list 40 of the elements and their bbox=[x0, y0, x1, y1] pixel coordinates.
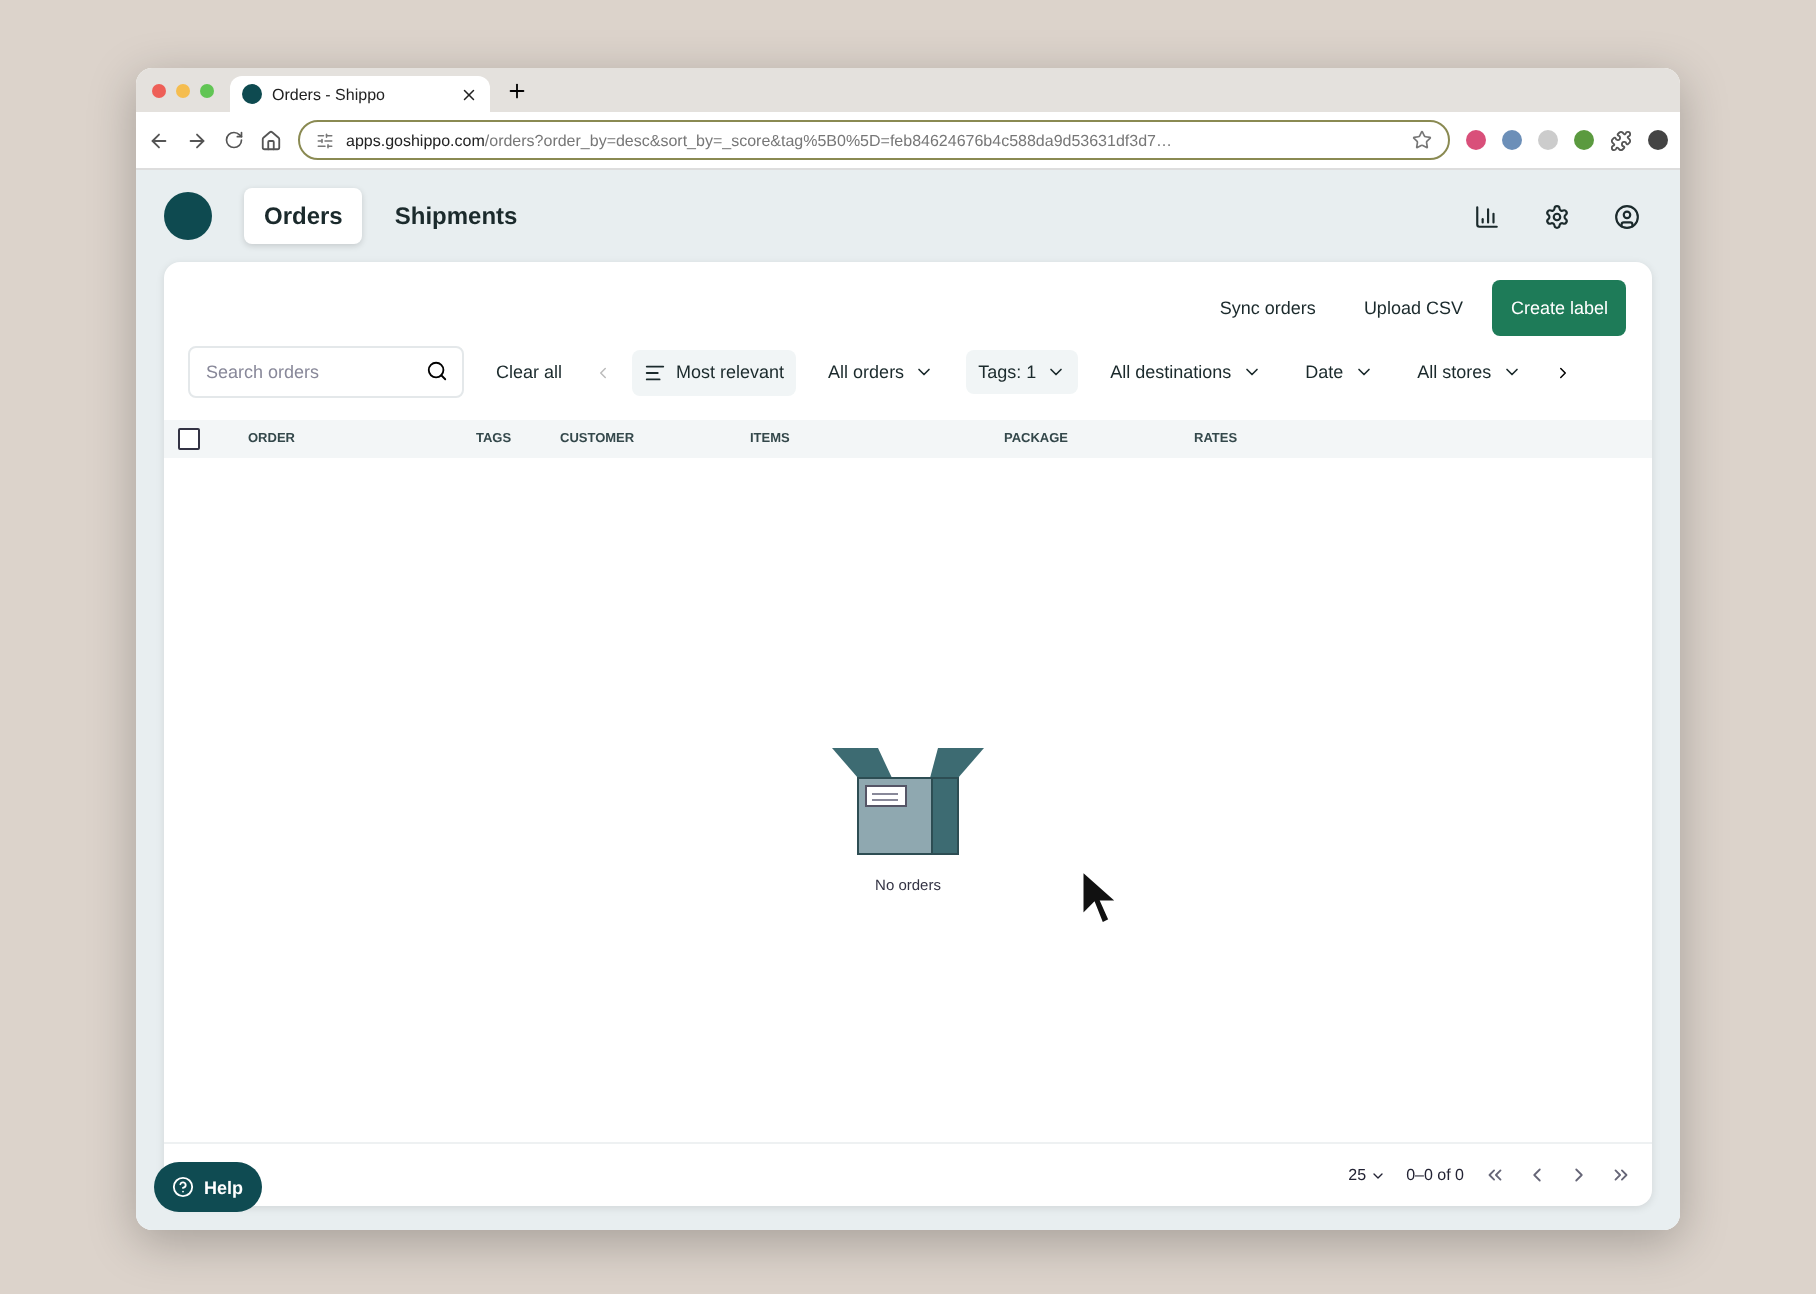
extensions-icon[interactable] bbox=[1610, 129, 1632, 151]
filter-dropdown[interactable]: Tags: 1 bbox=[966, 350, 1079, 394]
page-size-select[interactable]: 25 bbox=[1348, 1166, 1387, 1184]
bookmark-star-icon[interactable] bbox=[1412, 130, 1432, 150]
last-page-icon[interactable] bbox=[1610, 1164, 1632, 1186]
reload-icon[interactable] bbox=[224, 130, 244, 150]
settings-icon[interactable] bbox=[1544, 203, 1570, 229]
user-icon[interactable] bbox=[1614, 203, 1640, 229]
nav-tab[interactable]: Orders bbox=[244, 188, 363, 244]
close-icon[interactable] bbox=[460, 85, 478, 103]
first-page-icon[interactable] bbox=[1484, 1164, 1506, 1186]
back-icon[interactable] bbox=[148, 129, 170, 151]
forward-icon[interactable] bbox=[186, 129, 208, 151]
address-bar[interactable]: apps.goshippo.com/orders?order_by=desc&sort_by=_score&tag%5B0%5D=feb84624676b4c588da9d53631df3d7… bbox=[298, 120, 1450, 160]
help-icon bbox=[172, 1176, 194, 1198]
close-window-icon[interactable] bbox=[152, 83, 166, 97]
new-tab-icon[interactable] bbox=[506, 79, 528, 101]
search-icon bbox=[426, 360, 448, 382]
clear-all-button[interactable]: Clear all bbox=[484, 350, 575, 394]
open-box-icon bbox=[832, 747, 984, 855]
sort-button[interactable]: Most relevant bbox=[632, 349, 797, 395]
action-button[interactable]: Sync orders bbox=[1201, 280, 1334, 336]
filter-dropdown[interactable]: All stores bbox=[1405, 350, 1534, 394]
pagination-range: 0–0 of 0 bbox=[1406, 1166, 1464, 1184]
filter-dropdown[interactable]: All destinations bbox=[1098, 350, 1274, 394]
profile-avatar-icon[interactable] bbox=[1648, 130, 1668, 150]
create-label-button[interactable]: Create label bbox=[1492, 280, 1626, 336]
chart-icon[interactable] bbox=[1474, 203, 1500, 229]
search-field[interactable]: Search orders bbox=[188, 346, 464, 398]
url-text: apps.goshippo.com/orders?order_by=desc&sort_by=_score&tag%5B0%5D=feb84624676b4c588da9d53631df3d7… bbox=[346, 131, 1174, 149]
select-all-checkbox[interactable] bbox=[178, 428, 200, 450]
help-button[interactable]: Help bbox=[154, 1162, 262, 1212]
home-icon[interactable] bbox=[260, 129, 282, 151]
browser-tab[interactable]: Orders - Shippo bbox=[230, 76, 490, 112]
nav-tab[interactable]: Shipments bbox=[374, 188, 538, 244]
filter-dropdown[interactable]: All orders bbox=[816, 350, 947, 394]
action-button[interactable]: Upload CSV bbox=[1345, 280, 1481, 336]
sort-icon bbox=[644, 361, 667, 383]
site-settings-icon[interactable] bbox=[316, 131, 334, 149]
filter-dropdown[interactable]: Date bbox=[1293, 350, 1386, 394]
